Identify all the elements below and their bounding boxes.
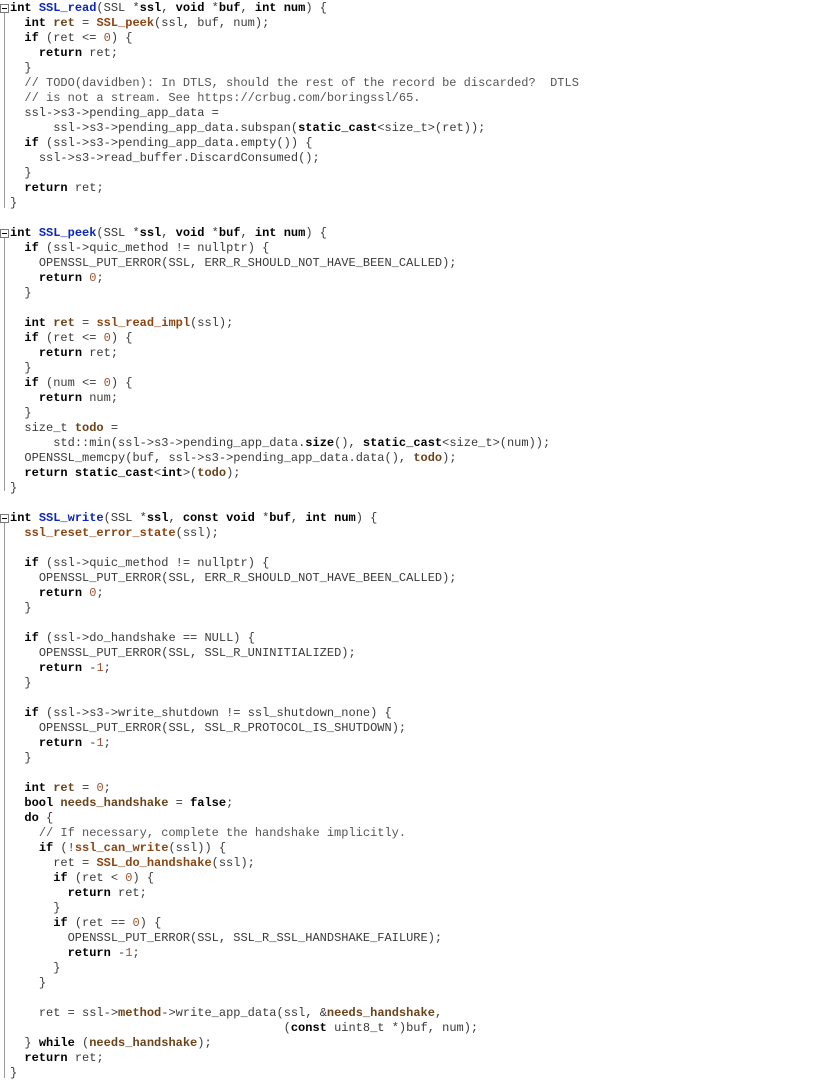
- fold-toggle-ssl-read-icon[interactable]: [0, 4, 9, 13]
- code-line: if (ssl->do_handshake == NULL) {: [24, 631, 255, 645]
- code-line: size_t todo =: [24, 421, 119, 435]
- code-line: ret = SSL_do_handshake(ssl);: [53, 856, 255, 870]
- code-line: return ret;: [24, 1051, 104, 1065]
- fold-guide-ssl-read: [4, 13, 5, 208]
- code-line: std::min(ssl->s3->pending_app_data.size(…: [53, 436, 551, 450]
- code-line: }: [24, 361, 32, 375]
- code-line: ssl->s3->pending_app_data =: [24, 106, 219, 120]
- code-line: // If necessary, complete the handshake …: [38, 826, 407, 840]
- code-line: }: [10, 1066, 18, 1080]
- code-line: }: [10, 481, 18, 495]
- code-line: // is not a stream. See https://crbug.co…: [24, 91, 421, 105]
- code-line: int SSL_write(SSL *ssl, const void *buf,…: [10, 511, 378, 525]
- code-line: int SSL_peek(SSL *ssl, void *buf, int nu…: [10, 226, 327, 240]
- fold-guide-ssl-write: [4, 523, 5, 1078]
- code-line: return num;: [38, 391, 119, 405]
- code-line: if (num <= 0) {: [24, 376, 133, 390]
- code-line: if (ret < 0) {: [53, 871, 155, 885]
- code-line: return -1;: [38, 661, 111, 675]
- code-line: return -1;: [67, 946, 140, 960]
- code-line: OPENSSL_PUT_ERROR(SSL, ERR_R_SHOULD_NOT_…: [38, 571, 457, 585]
- code-line: if (ssl->quic_method != nullptr) {: [24, 556, 270, 570]
- code-line: OPENSSL_PUT_ERROR(SSL, SSL_R_SSL_HANDSHA…: [67, 931, 443, 945]
- code-line: int SSL_read(SSL *ssl, void *buf, int nu…: [10, 1, 327, 15]
- code-line: if (!ssl_can_write(ssl)) {: [38, 841, 227, 855]
- code-line: }: [24, 601, 32, 615]
- code-line: OPENSSL_PUT_ERROR(SSL, SSL_R_UNINITIALIZ…: [38, 646, 356, 660]
- code-line: }: [53, 961, 61, 975]
- code-line: OPENSSL_PUT_ERROR(SSL, ERR_R_SHOULD_NOT_…: [38, 256, 457, 270]
- code-line: } while (needs_handshake);: [24, 1036, 212, 1050]
- code-line: }: [24, 751, 32, 765]
- code-line: if (ssl->s3->pending_app_data.empty()) {: [24, 136, 313, 150]
- code-line: return ret;: [67, 886, 147, 900]
- fold-toggle-ssl-write-icon[interactable]: [0, 514, 9, 523]
- code-line: if (ssl->s3->write_shutdown != ssl_shutd…: [24, 706, 392, 720]
- code-line: }: [24, 676, 32, 690]
- code-line: (const uint8_t *)buf, num);: [283, 1021, 479, 1035]
- code-line: }: [10, 196, 18, 210]
- code-line: ret = ssl->method->write_app_data(ssl, &…: [38, 1006, 443, 1020]
- code-editor[interactable]: int SSL_read(SSL *ssl, void *buf, int nu…: [0, 0, 813, 1085]
- code-line: }: [53, 901, 61, 915]
- code-line: bool needs_handshake = false;: [24, 796, 234, 810]
- code-line: return 0;: [38, 271, 104, 285]
- code-line: }: [24, 61, 32, 75]
- code-line: }: [38, 976, 47, 990]
- code-line: // TODO(davidben): In DTLS, should the r…: [24, 76, 579, 90]
- code-line: }: [24, 406, 32, 420]
- code-line: if (ret == 0) {: [53, 916, 162, 930]
- fold-guide-ssl-peek: [4, 238, 5, 491]
- code-line: OPENSSL_memcpy(buf, ssl->s3->pending_app…: [24, 451, 457, 465]
- code-line: return ret;: [24, 181, 104, 195]
- code-line: return ret;: [38, 46, 119, 60]
- code-line: }: [24, 286, 32, 300]
- code-line: return 0;: [38, 586, 104, 600]
- fold-toggle-ssl-peek-icon[interactable]: [0, 229, 9, 238]
- code-line: return static_cast<int>(todo);: [24, 466, 241, 480]
- code-line: int ret = SSL_peek(ssl, buf, num);: [24, 16, 270, 30]
- code-line: if (ret <= 0) {: [24, 31, 133, 45]
- code-line: OPENSSL_PUT_ERROR(SSL, SSL_R_PROTOCOL_IS…: [38, 721, 407, 735]
- code-line: }: [24, 166, 32, 180]
- code-line: if (ssl->quic_method != nullptr) {: [24, 241, 270, 255]
- code-line: do {: [24, 811, 54, 825]
- code-line: if (ret <= 0) {: [24, 331, 133, 345]
- code-line: return ret;: [38, 346, 119, 360]
- code-line: ssl_reset_error_state(ssl);: [24, 526, 219, 540]
- code-line: int ret = ssl_read_impl(ssl);: [24, 316, 234, 330]
- code-line: return -1;: [38, 736, 111, 750]
- code-line: int ret = 0;: [24, 781, 111, 795]
- code-line: ssl->s3->read_buffer.DiscardConsumed();: [38, 151, 320, 165]
- code-line: ssl->s3->pending_app_data.subspan(static…: [53, 121, 486, 135]
